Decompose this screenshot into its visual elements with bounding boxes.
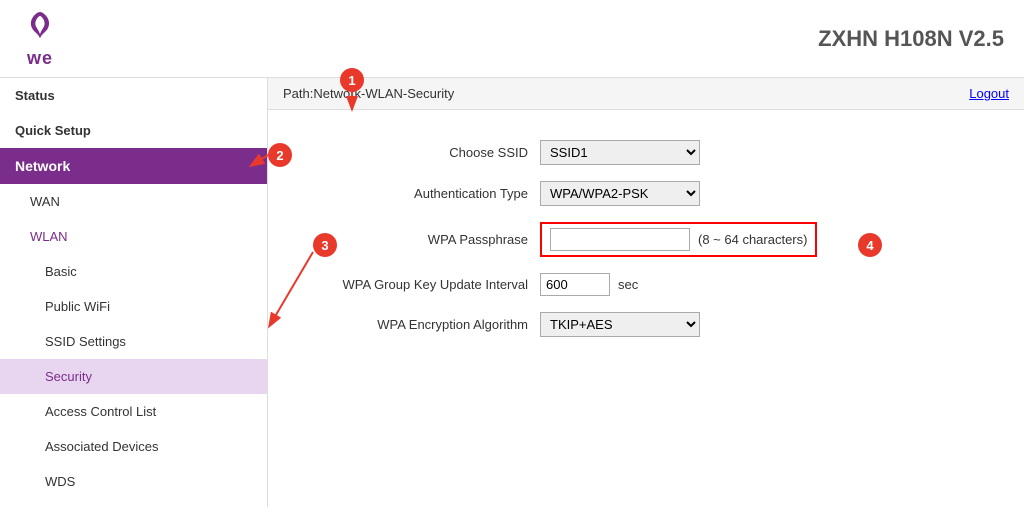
sidebar-item-public-wifi[interactable]: Public WiFi bbox=[0, 289, 267, 324]
choose-ssid-row: Choose SSID SSID1 SSID2 SSID3 SSID4 bbox=[308, 140, 984, 165]
auth-type-row: Authentication Type WPA/WPA2-PSK WPA-PSK… bbox=[308, 181, 984, 206]
sidebar-item-wifi-restrictions[interactable]: WiFi Restrictions bbox=[0, 499, 267, 507]
auth-type-control: WPA/WPA2-PSK WPA-PSK WPA2-PSK None bbox=[540, 181, 700, 206]
sidebar-item-associated-devices[interactable]: Associated Devices bbox=[0, 429, 267, 464]
group-key-row: WPA Group Key Update Interval sec bbox=[308, 273, 984, 296]
choose-ssid-select[interactable]: SSID1 SSID2 SSID3 SSID4 bbox=[540, 140, 700, 165]
group-key-unit: sec bbox=[618, 277, 638, 292]
encryption-select[interactable]: TKIP+AES TKIP AES bbox=[540, 312, 700, 337]
auth-type-select[interactable]: WPA/WPA2-PSK WPA-PSK WPA2-PSK None bbox=[540, 181, 700, 206]
group-key-control: sec bbox=[540, 273, 638, 296]
encryption-label: WPA Encryption Algorithm bbox=[308, 317, 528, 332]
sidebar-item-ssid-settings[interactable]: SSID Settings bbox=[0, 324, 267, 359]
sidebar-item-status[interactable]: Status bbox=[0, 78, 267, 113]
passphrase-hint: (8 ~ 64 characters) bbox=[698, 232, 807, 247]
sidebar-item-wan[interactable]: WAN bbox=[0, 184, 267, 219]
logo-area: we bbox=[20, 8, 60, 69]
passphrase-control: (8 ~ 64 characters) bbox=[540, 222, 817, 257]
passphrase-box: (8 ~ 64 characters) bbox=[540, 222, 817, 257]
logout-link[interactable]: Logout bbox=[969, 86, 1009, 101]
sidebar-item-security[interactable]: Security bbox=[0, 359, 267, 394]
main-layout: Status Quick Setup Network WAN WLAN Basi… bbox=[0, 78, 1024, 507]
path-bar: Path:Network-WLAN-Security Logout bbox=[268, 78, 1024, 110]
encryption-control: TKIP+AES TKIP AES bbox=[540, 312, 700, 337]
auth-type-label: Authentication Type bbox=[308, 186, 528, 201]
passphrase-input[interactable] bbox=[550, 228, 690, 251]
path-text: Path:Network-WLAN-Security bbox=[283, 86, 454, 101]
sidebar-item-quick-setup[interactable]: Quick Setup bbox=[0, 113, 267, 148]
choose-ssid-control: SSID1 SSID2 SSID3 SSID4 bbox=[540, 140, 700, 165]
sidebar-item-wlan[interactable]: WLAN bbox=[0, 219, 267, 254]
logo-text: we bbox=[27, 48, 53, 69]
header: we ZXHN H108N V2.5 bbox=[0, 0, 1024, 78]
passphrase-row: WPA Passphrase (8 ~ 64 characters) bbox=[308, 222, 984, 257]
encryption-row: WPA Encryption Algorithm TKIP+AES TKIP A… bbox=[308, 312, 984, 337]
sidebar: Status Quick Setup Network WAN WLAN Basi… bbox=[0, 78, 268, 507]
group-key-label: WPA Group Key Update Interval bbox=[308, 277, 528, 292]
device-title: ZXHN H108N V2.5 bbox=[818, 26, 1004, 52]
sidebar-item-wds[interactable]: WDS bbox=[0, 464, 267, 499]
form-area: Choose SSID SSID1 SSID2 SSID3 SSID4 Auth… bbox=[268, 110, 1024, 383]
group-key-input[interactable] bbox=[540, 273, 610, 296]
sidebar-item-acl[interactable]: Access Control List bbox=[0, 394, 267, 429]
logo-icon bbox=[20, 8, 60, 48]
content-area: Path:Network-WLAN-Security Logout Choose… bbox=[268, 78, 1024, 507]
sidebar-item-basic[interactable]: Basic bbox=[0, 254, 267, 289]
passphrase-label: WPA Passphrase bbox=[308, 232, 528, 247]
choose-ssid-label: Choose SSID bbox=[308, 145, 528, 160]
sidebar-item-network[interactable]: Network bbox=[0, 148, 267, 184]
